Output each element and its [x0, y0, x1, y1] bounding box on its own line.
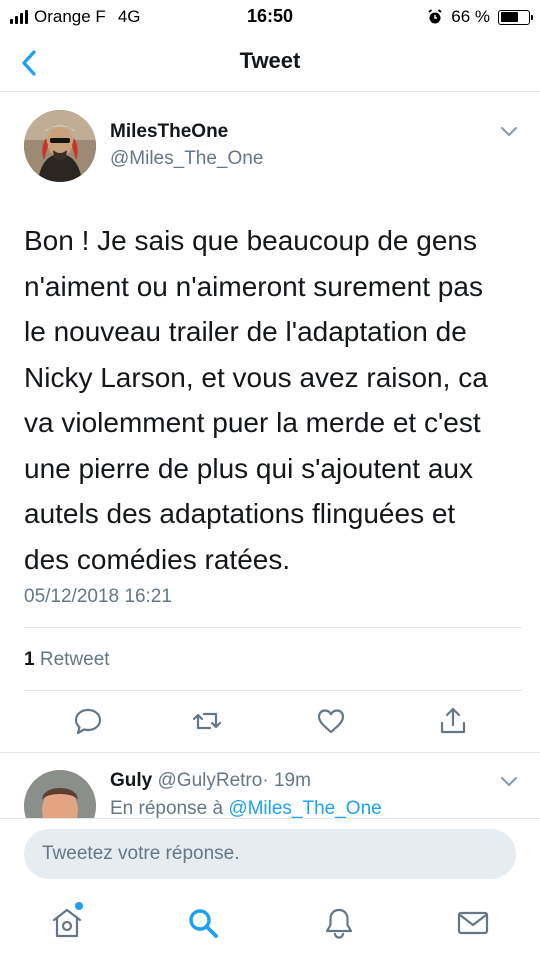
reply-avatar-image	[24, 770, 96, 818]
reply-tweet[interactable]: Guly @GulyRetro· 19m En réponse à @Miles…	[0, 754, 540, 818]
tweet-actions	[0, 706, 540, 742]
compose-bar	[0, 818, 540, 892]
reply-context-prefix: En réponse à	[110, 798, 229, 818]
notifications-icon[interactable]	[322, 906, 356, 940]
alarm-icon	[428, 9, 442, 24]
avatar-image	[24, 110, 96, 182]
tweet-text: Bon ! Je sais que beaucoup de gens n'aim…	[24, 225, 488, 575]
reply-mention-link[interactable]: @Miles_The_One	[228, 798, 381, 818]
divider	[0, 752, 540, 753]
messages-icon[interactable]	[456, 906, 490, 940]
chevron-down-icon[interactable]	[500, 776, 518, 788]
avatar[interactable]	[24, 110, 96, 182]
retweet-label: Retweet	[39, 649, 110, 670]
battery-icon	[498, 9, 533, 25]
divider	[24, 627, 522, 628]
status-bar: Orange F 4G 16:50 66 %	[0, 0, 540, 36]
reply-author-name[interactable]: Guly	[110, 770, 152, 791]
battery-fill	[500, 12, 519, 22]
home-icon[interactable]	[50, 906, 84, 940]
like-icon[interactable]	[316, 706, 346, 736]
author-name[interactable]: MilesTheOne	[110, 121, 228, 143]
page-title: Tweet	[239, 48, 301, 73]
reply-time: · 19m	[262, 770, 311, 791]
home-notification-dot	[75, 902, 83, 910]
reply-input[interactable]	[24, 829, 516, 879]
status-right: 66 %	[427, 7, 533, 27]
tweet-timestamp: 05/12/2018 16:21	[24, 586, 172, 607]
reply-icon[interactable]	[73, 706, 103, 736]
author-handle[interactable]: @Miles_The_One	[110, 148, 263, 170]
reply-avatar[interactable]	[24, 770, 96, 818]
reply-header: Guly @GulyRetro· 19m	[110, 770, 311, 792]
retweet-icon[interactable]	[192, 706, 222, 736]
share-icon[interactable]	[438, 706, 468, 736]
battery-percent: 66 %	[451, 7, 490, 26]
search-icon[interactable]	[186, 906, 220, 940]
chevron-down-icon[interactable]	[500, 126, 518, 138]
divider	[24, 690, 522, 691]
retweet-stats[interactable]: 1 Retweet	[24, 649, 110, 671]
reply-context: En réponse à @Miles_The_One	[110, 798, 382, 818]
reply-author-handle[interactable]: @GulyRetro	[158, 770, 263, 791]
header: Tweet	[0, 36, 540, 92]
tab-bar	[0, 892, 540, 960]
retweet-count: 1	[24, 649, 35, 670]
